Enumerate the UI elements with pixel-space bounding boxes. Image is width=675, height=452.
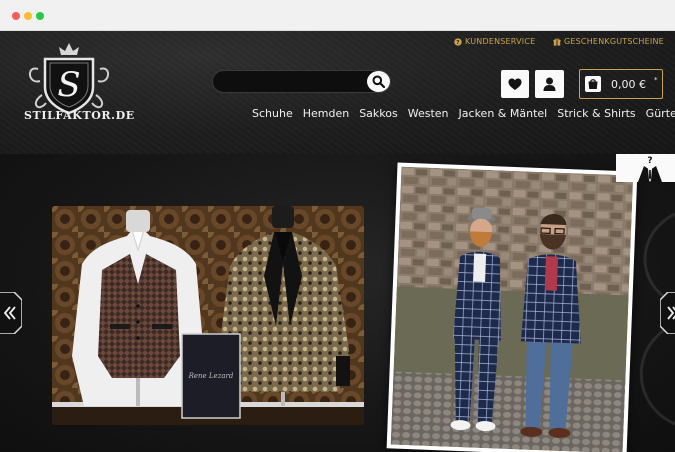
svg-text:?: ? [456,40,459,46]
cart-price-note: * [654,76,658,84]
nav-item-sakkos[interactable]: Sakkos [359,107,398,120]
wishlist-button[interactable] [501,70,529,98]
nav-item-strick-shirts[interactable]: Strick & Shirts [557,107,635,120]
site-header: ? KUNDENSERVICE GESCHENKGUTSCHEINE S STI… [0,31,675,154]
browser-bar [0,0,675,31]
heart-icon [508,78,522,90]
hero-image-two-men[interactable] [386,162,638,452]
main-navigation: Schuhe Hemden Sakkos Westen Jacken & Män… [252,107,675,120]
search-input[interactable] [223,74,363,90]
window-close-dot[interactable] [12,12,20,20]
window-maximize-dot[interactable] [36,12,44,20]
user-icon [543,77,556,91]
nav-item-hemden[interactable]: Hemden [303,107,349,120]
gift-voucher-link[interactable]: GESCHENKGUTSCHEINE [553,37,664,46]
search-icon [372,75,385,88]
cart-button[interactable]: 0,00 € * [579,69,663,99]
box-brand-text: Rene Lezard [188,372,234,380]
customer-service-link[interactable]: ? KUNDENSERVICE [454,37,535,46]
slider-prev-button[interactable] [0,292,22,334]
nav-item-guertel[interactable]: Gürtel [646,107,675,120]
search-button[interactable] [367,71,390,92]
search-bar [212,70,391,93]
account-button[interactable] [535,70,564,98]
hero-slider: ? Rene Lezard [0,154,675,452]
customer-service-label: KUNDENSERVICE [465,37,536,46]
nav-item-westen[interactable]: Westen [408,107,449,120]
hero-image-mannequins[interactable]: Rene Lezard [52,206,364,425]
slider-next-button[interactable] [660,292,675,334]
gift-icon [553,38,561,46]
logo-wordmark[interactable]: STILFAKTOR.DE [24,109,135,122]
svg-text:?: ? [647,156,652,166]
tie-question-icon: ? [638,156,662,182]
cart-total: 0,00 € [611,78,646,91]
svg-text:S: S [57,65,80,105]
shopping-bag-icon [585,76,601,92]
nav-item-jacken-maentel[interactable]: Jacken & Mäntel [459,107,548,120]
gift-voucher-label: GESCHENKGUTSCHEINE [564,37,664,46]
nav-item-schuhe[interactable]: Schuhe [252,107,293,120]
window-minimize-dot[interactable] [24,12,32,20]
question-circle-icon: ? [454,37,462,46]
style-advisor-tab[interactable]: ? [616,154,675,182]
